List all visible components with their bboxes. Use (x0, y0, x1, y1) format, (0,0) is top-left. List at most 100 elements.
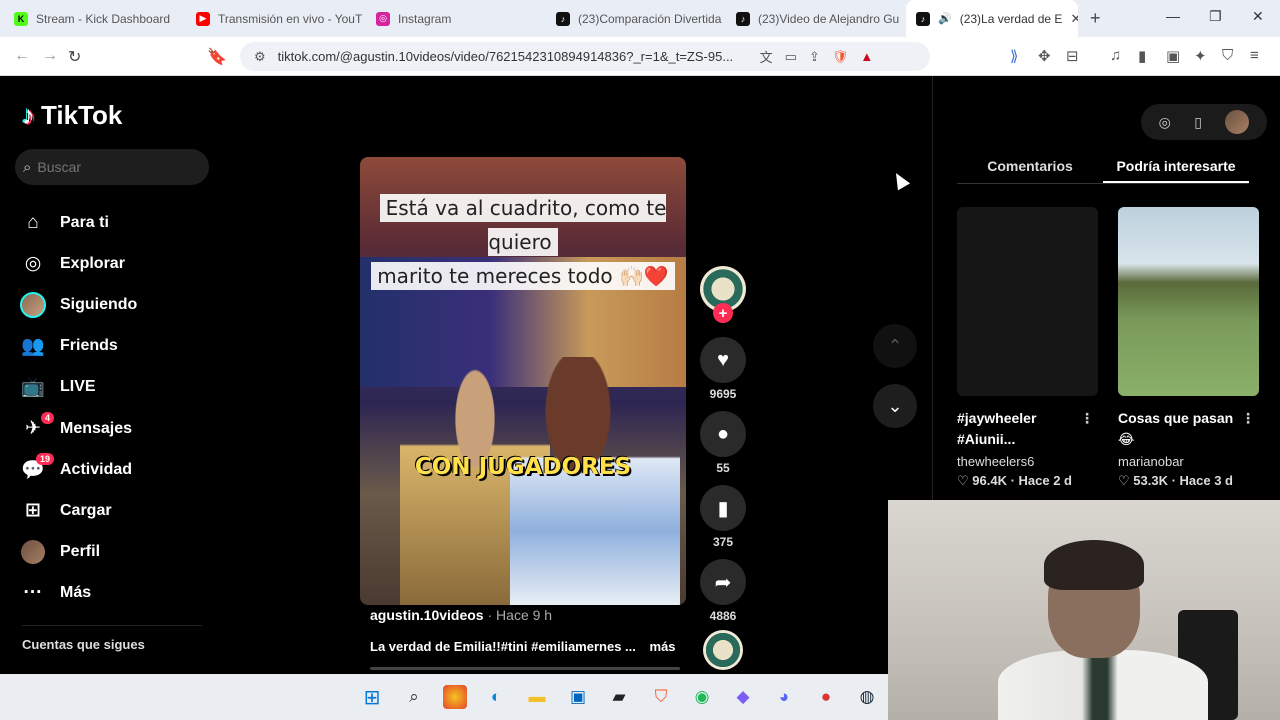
close-tab-icon[interactable]: ✕ (1070, 11, 1078, 27)
wallet2-icon[interactable]: ▣ (1166, 47, 1180, 65)
menu-icon[interactable]: ≡ (1250, 47, 1259, 64)
video-author[interactable]: agustin.10videos (370, 607, 484, 623)
bookmark-icon[interactable]: 🔖 (207, 47, 227, 67)
media-icon[interactable]: ♫ (1110, 47, 1121, 64)
video-thumbnail[interactable] (1118, 207, 1259, 396)
share-arrow-icon[interactable]: ➦ (700, 559, 746, 605)
edge-icon[interactable]: ◐ (484, 685, 508, 709)
comment-icon[interactable]: ● (700, 411, 746, 457)
follow-plus-icon[interactable]: + (713, 303, 733, 323)
notes-icon[interactable]: ▰ (607, 685, 631, 709)
suggested-video-card[interactable]: Cosas que pasan 😂 ⋮ marianobar ♡ 53.3K ·… (1118, 207, 1259, 489)
chevron-down-icon[interactable]: ⌄ (873, 384, 917, 428)
save-action: ▮ 375 (700, 485, 746, 553)
video-player[interactable]: Está va al cuadrito, como te quiero mari… (360, 157, 686, 605)
leo-icon[interactable]: ✦ (1194, 47, 1207, 65)
search-box[interactable]: ⌕ (15, 149, 209, 185)
site-settings-icon[interactable]: ⚙ (254, 49, 266, 65)
tab-title: (23)Comparación Divertida (578, 11, 722, 26)
tiktok-logo[interactable]: ♪ TikTok (22, 100, 122, 131)
tab-tiktok-2[interactable]: ♪ (23)Video de Alejandro Gu (726, 0, 904, 37)
cast-icon[interactable]: ▭ (785, 49, 797, 65)
close-window-button[interactable]: ✕ (1252, 8, 1264, 25)
card-meta: ♡ 53.3K · Hace 3 d (1118, 473, 1233, 488)
url-field[interactable]: ⚙ tiktok.com/@agustin.10videos/video/762… (240, 42, 930, 71)
friends-icon: 👥 (21, 336, 45, 358)
minimize-button[interactable]: — (1166, 8, 1180, 24)
search-icon[interactable]: ⌕ (402, 685, 426, 709)
app-icon[interactable]: ◆ (731, 685, 755, 709)
vpn-icon[interactable]: ⛉ (1222, 47, 1233, 64)
caption-line-2: marito te mereces todo 🙌🏻❤️ (371, 262, 675, 290)
bookmark-icon[interactable]: ▮ (700, 485, 746, 531)
card-user[interactable]: marianobar (1118, 454, 1259, 469)
brave-rewards-icon[interactable]: ▲ (860, 49, 873, 64)
tab-title: Instagram (398, 11, 452, 26)
file-explorer-icon[interactable]: ▬ (525, 685, 549, 709)
discord-icon[interactable]: ◕ (772, 685, 796, 709)
brave-shield-icon[interactable]: 🛡 (832, 49, 849, 65)
sidebar-icon[interactable]: ▮ (1138, 47, 1146, 65)
card-user[interactable]: thewheelers6 (957, 454, 1098, 469)
sound-disc-avatar[interactable] (703, 630, 743, 670)
tab-comentarios[interactable]: Comentarios (957, 152, 1103, 183)
nav-item-cargar[interactable]: ⊞ Cargar (20, 490, 210, 531)
device-icon[interactable]: ▯ (1194, 114, 1202, 131)
chevron-up-icon[interactable]: ⌃ (873, 324, 917, 368)
nav-item-perfil[interactable]: Perfil (20, 532, 210, 573)
new-tab-button[interactable]: + (1090, 8, 1101, 29)
nav-item-explorar[interactable]: ◎ Explorar (20, 243, 210, 284)
search-icon: ⌕ (23, 158, 32, 176)
maximize-button[interactable]: ❐ (1209, 8, 1222, 25)
video-person-right (510, 357, 680, 605)
video-thumbnail[interactable] (957, 207, 1098, 396)
share-icon[interactable]: ⇪ (809, 49, 820, 65)
messages-badge: 4 (40, 411, 54, 424)
extensions-icon[interactable]: ✥ (1038, 47, 1051, 65)
video-description: La verdad de Emilia!!#tini #emiliamernes… (370, 639, 636, 654)
webcam-hair (1044, 540, 1144, 590)
windows-start-icon[interactable]: ⊞ (360, 685, 384, 709)
nav-item-para-ti[interactable]: ⌂ Para ti (20, 202, 210, 243)
compass-icon[interactable]: ◎ (1159, 114, 1171, 131)
heart-icon[interactable]: ♥ (700, 337, 746, 383)
mouse-cursor (889, 169, 911, 191)
nav-item-live[interactable]: 📺 LIVE (20, 367, 210, 408)
tab-tiktok-1[interactable]: ♪ (23)Comparación Divertida (546, 0, 726, 37)
tab-instagram[interactable]: ◎ Instagram (366, 0, 546, 37)
chrome-app-icon[interactable] (443, 685, 467, 709)
tab-kick[interactable]: K Stream - Kick Dashboard (4, 0, 186, 37)
webcam-shirt (998, 650, 1208, 720)
back-button[interactable]: ← (14, 47, 30, 65)
nav-item-mas[interactable]: ··· Más (20, 573, 210, 614)
nav-item-actividad[interactable]: 💬 19 Actividad (20, 449, 210, 490)
app2-icon[interactable]: ● (814, 685, 838, 709)
nav-item-friends[interactable]: 👥 Friends (20, 326, 210, 367)
profile-avatar[interactable] (1225, 110, 1250, 134)
video-progress-bar[interactable] (370, 667, 680, 670)
brave-icon[interactable]: ⛉ (649, 685, 673, 709)
more-link[interactable]: más (650, 639, 676, 654)
nav-label: Actividad (60, 460, 133, 478)
suggested-video-card[interactable]: #jaywheeler #Aiunii... ⋮ thewheelers6 ♡ … (957, 207, 1098, 489)
tab-youtube[interactable]: ▶ Transmisión en vivo - YouT (186, 0, 366, 37)
creator-avatar[interactable]: + (700, 266, 746, 323)
nav-item-mensajes[interactable]: ✈ 4 Mensajes (20, 408, 210, 449)
search-input[interactable] (37, 159, 188, 175)
tab-podria-interesarte[interactable]: Podría interesarte (1103, 152, 1249, 183)
tab-search-icon[interactable]: ⊟ (1066, 47, 1079, 65)
kick-icon: K (14, 11, 28, 26)
more-options-icon[interactable]: ⋮ (1241, 408, 1255, 429)
translate-icon[interactable]: 文 (760, 47, 773, 66)
steam-icon[interactable]: ◍ (855, 685, 879, 709)
more-icon: ··· (23, 582, 43, 604)
store-icon[interactable]: ▣ (566, 685, 590, 709)
reload-button[interactable]: ↻ (68, 47, 81, 67)
forward-button[interactable]: → (42, 47, 58, 65)
nav-item-siguiendo[interactable]: Siguiendo (20, 284, 210, 325)
more-options-icon[interactable]: ⋮ (1080, 408, 1094, 429)
tab-tiktok-active[interactable]: ♪ 🔊 (23)La verdad de E ✕ (906, 0, 1078, 37)
tab-title: (23)Video de Alejandro Gu (758, 11, 900, 26)
wallet-icon[interactable]: ⟫ (1010, 47, 1018, 65)
spotify-icon[interactable]: ◉ (690, 685, 714, 709)
